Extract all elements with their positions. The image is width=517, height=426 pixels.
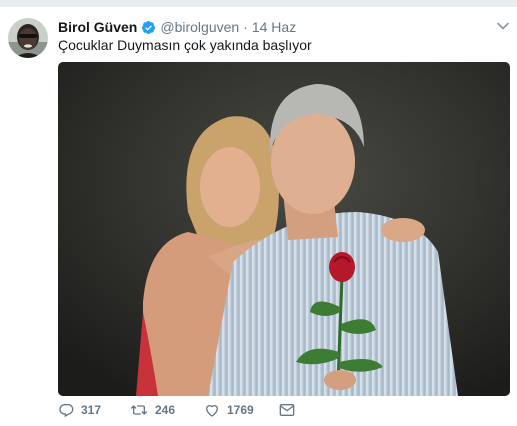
tweet-header: Birol Güven @birolguven · 14 Haz: [58, 18, 296, 36]
author-name[interactable]: Birol Güven: [58, 18, 137, 36]
dm-icon: [279, 404, 295, 416]
like-icon: [206, 405, 218, 417]
author-handle[interactable]: @birolguven: [160, 18, 239, 36]
direct-message-button[interactable]: [279, 403, 295, 417]
like-button[interactable]: 1769: [204, 402, 279, 418]
retweet-icon: [131, 405, 147, 415]
reply-count: 317: [81, 403, 102, 417]
tweet-text: Çocuklar Duymasın çok yakında başlıyor: [58, 37, 312, 53]
retweet-count: 246: [155, 403, 176, 417]
reply-icon: [59, 403, 74, 418]
avatar[interactable]: [8, 18, 48, 58]
tweet-timestamp[interactable]: 14 Haz: [252, 18, 296, 36]
timeline-top-strip: [0, 0, 517, 7]
chevron-down-icon[interactable]: [497, 21, 509, 31]
reply-button[interactable]: 317: [58, 402, 130, 418]
verified-badge-icon: [142, 20, 156, 34]
tweet-actions: 317 246 1769: [58, 399, 295, 421]
tweet-photo[interactable]: [58, 62, 510, 396]
retweet-button[interactable]: 246: [130, 402, 204, 418]
tweet-card[interactable]: Birol Güven @birolguven · 14 Haz Çocukla…: [0, 7, 517, 426]
like-count: 1769: [227, 403, 254, 417]
separator-dot: ·: [243, 19, 248, 35]
